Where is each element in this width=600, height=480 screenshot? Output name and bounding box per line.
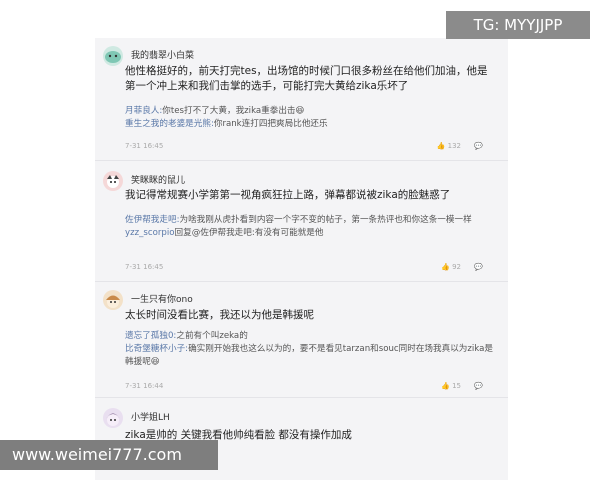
reply-text: 回复@佐伊帮我走吧:有没有可能就是他 — [174, 228, 324, 238]
reply-author[interactable]: 佐伊帮我走吧: — [125, 215, 179, 225]
reply-item: 比奇堡糖杯小子:确实刚开始我也这么以为的，要不是看见tarzan和souc同时在… — [125, 343, 497, 369]
reply-list: 月菲良人:你tes打不了大黄，我zika重拳出击😆 重生之我的老婆是光熊:你ra… — [125, 105, 497, 131]
comment-item: 我的翡翠小白菜 他性格挺好的，前天打完tes，出场馆的时候门口很多粉丝在给他们加… — [95, 38, 508, 160]
comment-meta: 7-31 16:45 👍 92 💬 — [125, 263, 497, 273]
reply-list: 遗忘了孤独0:之前有个叫zeka的 比奇堡糖杯小子:确实刚开始我也这么以为的，要… — [125, 330, 497, 369]
comment-list: 我的翡翠小白菜 他性格挺好的，前天打完tes，出场馆的时候门口很多粉丝在给他们加… — [95, 38, 508, 480]
reply-item: 重生之我的老婆是光熊:你rank连打四把爽局比他还乐 — [125, 118, 497, 131]
timestamp: 7-31 16:45 — [125, 263, 164, 271]
comment-text: 我记得常规赛小学第第一视角疯狂拉上路，弹幕都说被zika的脸魅惑了 — [125, 189, 451, 201]
username[interactable]: 小学姐LH — [131, 410, 170, 423]
reply-item: 遗忘了孤独0:之前有个叫zeka的 — [125, 330, 497, 343]
comment-icon[interactable]: 💬 — [474, 382, 483, 390]
timestamp: 7-31 16:44 — [125, 382, 164, 390]
timestamp: 7-31 16:45 — [125, 142, 164, 150]
avatar[interactable] — [103, 171, 123, 191]
like-button[interactable]: 👍 15 — [441, 382, 461, 390]
like-button[interactable]: 👍 132 — [437, 142, 461, 150]
watermark-badge: TG: MYYJJPP — [446, 11, 590, 39]
reply-author[interactable]: 比奇堡糖杯小子: — [125, 344, 188, 354]
reply-author[interactable]: 月菲良人: — [125, 106, 162, 116]
comment-text: 太长时间没看比赛，我还以为他是韩援呢 — [125, 309, 314, 321]
avatar[interactable] — [103, 290, 123, 310]
thumbs-up-icon: 👍 — [436, 142, 446, 150]
reply-author[interactable]: 遗忘了孤独0: — [125, 331, 176, 341]
like-count: 15 — [452, 382, 461, 390]
thumbs-up-icon: 👍 — [441, 382, 451, 390]
reply-text: 你rank连打四把爽局比他还乐 — [213, 119, 328, 129]
reply-list: 佐伊帮我走吧:为啥我刚从虎扑看到内容一个字不变的帖子，第一条热评也和你这条一模一… — [125, 214, 497, 240]
thumbs-up-icon: 👍 — [441, 263, 451, 271]
username[interactable]: 一生只有你ono — [131, 292, 193, 305]
comment-icon[interactable]: 💬 — [474, 263, 483, 271]
reply-text: 之前有个叫zeka的 — [176, 331, 248, 341]
reply-item: yzz_scorpio回复@佐伊帮我走吧:有没有可能就是他 — [125, 227, 497, 240]
reply-text: 你tes打不了大黄，我zika重拳出击😆 — [162, 106, 305, 116]
reply-item: 月菲良人:你tes打不了大黄，我zika重拳出击😆 — [125, 105, 497, 118]
comment-meta: 7-31 16:45 👍 132 💬 — [125, 142, 497, 152]
like-count: 132 — [447, 142, 461, 150]
avatar[interactable] — [103, 46, 123, 66]
reply-author[interactable]: yzz_scorpio — [125, 228, 175, 238]
username[interactable]: 我的翡翠小白菜 — [131, 48, 194, 61]
comment-meta: 7-31 16:44 👍 15 💬 — [125, 382, 497, 392]
comment-item: 笑眯眯的鼠儿 我记得常规赛小学第第一视角疯狂拉上路，弹幕都说被zika的脸魅惑了… — [95, 161, 508, 281]
username[interactable]: 笑眯眯的鼠儿 — [131, 173, 185, 186]
avatar[interactable] — [103, 408, 123, 428]
reply-author[interactable]: 重生之我的老婆是光熊: — [125, 119, 214, 129]
like-button[interactable]: 👍 92 — [441, 263, 461, 271]
reply-text: 为啥我刚从虎扑看到内容一个字不变的帖子，第一条热评也和你这条一模一样 — [179, 215, 472, 225]
comment-item: 一生只有你ono 太长时间没看比赛，我还以为他是韩援呢 遗忘了孤独0:之前有个叫… — [95, 282, 508, 397]
reply-item: 佐伊帮我走吧:为啥我刚从虎扑看到内容一个字不变的帖子，第一条热评也和你这条一模一… — [125, 214, 497, 227]
website-watermark: www.weimei777.com — [0, 440, 218, 470]
like-count: 92 — [452, 263, 461, 271]
comment-icon[interactable]: 💬 — [474, 142, 483, 150]
comment-text: 他性格挺好的，前天打完tes，出场馆的时候门口很多粉丝在给他们加油，他是第一个冲… — [125, 65, 488, 92]
